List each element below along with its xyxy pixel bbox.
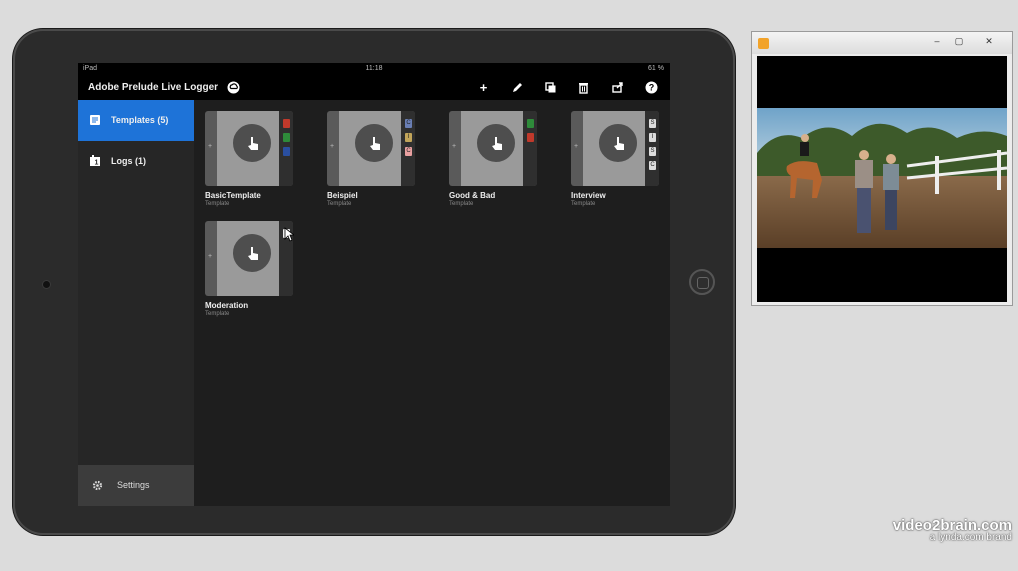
- marker-chip: [527, 133, 534, 142]
- marker-chip: S: [649, 119, 656, 128]
- ipad-screen: iPad 11:18 61 % Adobe Prelude Live Logge…: [78, 63, 670, 506]
- app-titlebar: Adobe Prelude Live Logger + ?: [78, 75, 670, 100]
- trash-icon[interactable]: [576, 80, 591, 95]
- marker-strip: CIC: [401, 111, 415, 186]
- template-thumbnail: +: [205, 111, 293, 186]
- sidebar-item-label: Templates (5): [111, 115, 169, 125]
- camera: [42, 280, 51, 289]
- window-titlebar: – ▢ ✕: [752, 32, 1012, 54]
- marker-strip: [523, 111, 537, 186]
- template-type: Template: [327, 201, 352, 207]
- plus-icon: +: [330, 143, 335, 150]
- template-type: Template: [449, 201, 474, 207]
- template-thumbnail: + C I C: [327, 111, 415, 186]
- template-card[interactable]: + Moderation Template: [205, 221, 293, 331]
- tap-circle: [599, 124, 637, 162]
- plus-icon[interactable]: +: [476, 80, 491, 95]
- pencil-icon[interactable]: [510, 80, 525, 95]
- logs-icon: 1: [90, 155, 100, 167]
- template-type: Template: [571, 201, 596, 207]
- marker-chip: C: [405, 119, 412, 128]
- mouse-cursor-icon: [284, 227, 294, 242]
- thumbnail-panel: [217, 221, 279, 296]
- svg-text:1: 1: [95, 160, 99, 167]
- tap-hand-icon: [370, 137, 380, 150]
- share-icon[interactable]: [610, 80, 625, 95]
- marker-chip: C: [405, 147, 412, 156]
- plus-icon: +: [208, 143, 213, 150]
- tap-circle: [477, 124, 515, 162]
- template-type: Template: [205, 311, 230, 317]
- marker-strip: [279, 111, 293, 186]
- settings-button[interactable]: Settings: [78, 465, 194, 506]
- battery-level: 61 %: [648, 65, 664, 72]
- gear-icon: [92, 480, 103, 491]
- duplicate-icon[interactable]: [543, 80, 558, 95]
- thumbnail-panel: [583, 111, 645, 186]
- minimize-icon[interactable]: –: [928, 35, 946, 48]
- template-thumbnail: +: [449, 111, 537, 186]
- close-icon[interactable]: ✕: [980, 35, 998, 48]
- sidebar-item-templates[interactable]: Templates (5): [78, 100, 194, 141]
- marker-chip: I: [405, 133, 412, 142]
- marker-chip: I: [649, 133, 656, 142]
- video-preview-window: – ▢ ✕: [751, 31, 1013, 306]
- maximize-icon[interactable]: ▢: [950, 35, 968, 48]
- template-name: Interview: [571, 191, 606, 200]
- sidebar-item-logs[interactable]: 1 Logs (1): [78, 141, 194, 182]
- tap-hand-icon: [492, 137, 502, 150]
- settings-label: Settings: [117, 480, 150, 490]
- tap-hand-icon: [248, 137, 258, 150]
- tap-circle: [355, 124, 393, 162]
- marker-chip: S: [649, 147, 656, 156]
- status-bar: iPad 11:18 61 %: [78, 63, 670, 75]
- template-card[interactable]: + S I S C Interview Template: [571, 111, 659, 221]
- creative-cloud-icon: [227, 81, 240, 94]
- status-time: 11:18: [365, 65, 383, 72]
- player-app-icon: [758, 38, 769, 49]
- plus-icon: +: [208, 253, 213, 260]
- watermark: video2brain.com a lynda.com brand: [893, 517, 1012, 543]
- tap-circle: [233, 124, 271, 162]
- marker-chip: [283, 119, 290, 128]
- template-type: Template: [205, 201, 230, 207]
- marker-strip: SISC: [645, 111, 659, 186]
- template-thumbnail: + S I S C: [571, 111, 659, 186]
- marker-chip: [283, 147, 290, 156]
- tap-circle: [233, 234, 271, 272]
- marker-chip: [527, 119, 534, 128]
- marker-chip: C: [649, 161, 656, 170]
- template-name: Beispiel: [327, 191, 358, 200]
- template-name: Good & Bad: [449, 191, 496, 200]
- thumbnail-panel: [217, 111, 279, 186]
- plus-icon: +: [574, 143, 579, 150]
- home-button[interactable]: [689, 269, 715, 295]
- help-icon[interactable]: ?: [644, 80, 659, 95]
- template-thumbnail: +: [205, 221, 293, 296]
- template-name: Moderation: [205, 301, 249, 310]
- templates-grid: + BasicTemplate Template + C I C Beispiel Templa…: [194, 100, 670, 506]
- template-name: BasicTemplate: [205, 191, 261, 200]
- sidebar-item-label: Logs (1): [111, 156, 146, 166]
- video-scene-image: [757, 108, 1007, 248]
- template-card[interactable]: + Good & Bad Template: [449, 111, 537, 221]
- app-title: Adobe Prelude Live Logger: [88, 82, 219, 93]
- thumbnail-panel: [339, 111, 401, 186]
- thumbnail-panel: [461, 111, 523, 186]
- marker-chip: [283, 133, 290, 142]
- tap-hand-icon: [614, 137, 624, 150]
- template-card[interactable]: + BasicTemplate Template: [205, 111, 293, 221]
- svg-text:?: ?: [649, 83, 655, 93]
- video-frame: [757, 56, 1007, 302]
- template-card[interactable]: + C I C Beispiel Template: [327, 111, 415, 221]
- sidebar: Templates (5) 1 Logs (1) Settings: [78, 100, 194, 506]
- plus-icon: +: [452, 143, 457, 150]
- tap-hand-icon: [248, 247, 258, 260]
- templates-icon: [90, 115, 100, 125]
